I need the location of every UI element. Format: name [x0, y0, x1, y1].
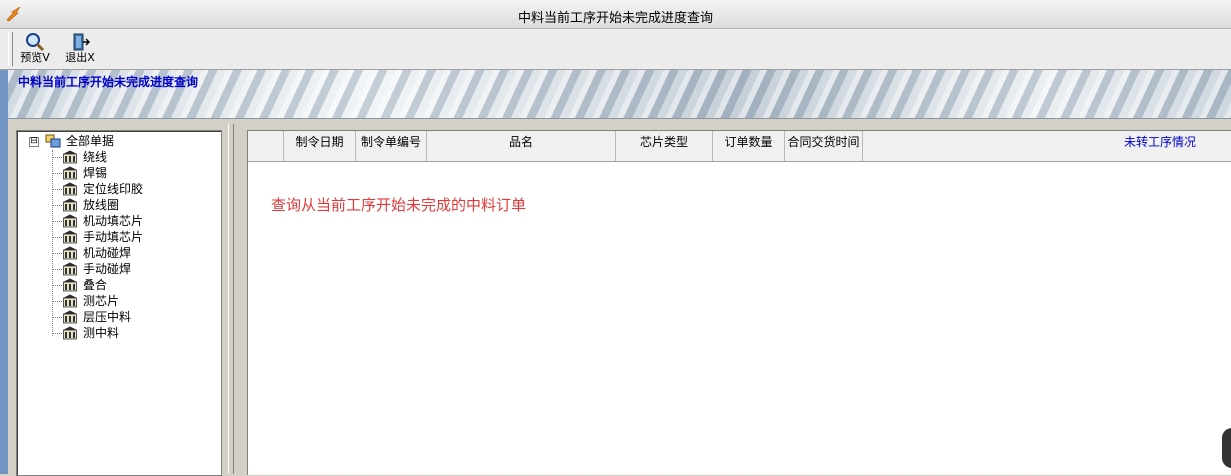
tree-connector-branch [53, 173, 62, 174]
tree-connector-branch [53, 253, 62, 254]
tree-connector-branch [53, 301, 62, 302]
tree-item-label: 定位线印胶 [83, 182, 144, 196]
tree-connector-branch [53, 221, 62, 222]
tree-root-icon [45, 134, 61, 148]
tree-connector [52, 150, 53, 336]
building-icon [63, 150, 77, 164]
title-bar: 中料当前工序开始未完成进度查询 [0, 0, 1231, 29]
tree-item-label: 机动碰焊 [83, 246, 132, 260]
tree-item-label: 手动碰焊 [83, 262, 132, 276]
grid-col-order-date[interactable]: 制令日期 [284, 131, 356, 161]
grid-col-order-quantity[interactable]: 订单数量 [713, 131, 785, 161]
scroll-handle[interactable] [1222, 428, 1231, 468]
building-icon [63, 310, 77, 324]
tree-item-label: 放线圈 [83, 198, 120, 212]
tree-root-label[interactable]: 全部单据 [66, 133, 114, 149]
tree-connector-branch [53, 237, 62, 238]
building-icon [63, 246, 77, 260]
building-icon [63, 294, 77, 308]
tree-connector-branch [53, 157, 62, 158]
tree-item-label: 叠合 [83, 278, 108, 292]
toolbar: 预览V 退出X [0, 29, 1231, 70]
building-icon [63, 182, 77, 196]
building-icon [63, 198, 77, 212]
tree-item-label: 绕线 [83, 150, 108, 164]
grid-col-delivery-time[interactable]: 合同交货时间 [785, 131, 863, 161]
tree-connector-branch [53, 333, 62, 334]
toolbar-grip [8, 32, 13, 66]
building-icon [63, 166, 77, 180]
preview-label: 预览V [20, 51, 50, 64]
exit-label: 退出X [65, 51, 95, 64]
left-edge-strip [0, 70, 8, 474]
building-icon [63, 278, 77, 292]
grid-col-product-name[interactable]: 品名 [427, 131, 616, 161]
building-icon [63, 230, 77, 244]
tree-connector-branch [53, 205, 62, 206]
banner-title: 中料当前工序开始未完成进度查询 [18, 75, 199, 89]
grid-header: 制令日期 制令单编号 品名 芯片类型 订单数量 合同交货时间 未转工序情况 [248, 131, 1231, 162]
grid-col-indicator[interactable] [248, 131, 284, 161]
exit-door-icon [73, 33, 90, 51]
tree-connector-branch [53, 189, 62, 190]
window-title: 中料当前工序开始未完成进度查询 [517, 11, 713, 26]
preview-button[interactable]: 预览V [15, 31, 55, 67]
grid-col-order-number[interactable]: 制令单编号 [356, 131, 427, 161]
header-banner: 中料当前工序开始未完成进度查询 [8, 70, 1231, 119]
tree-connector-branch [53, 269, 62, 270]
exit-button[interactable]: 退出X [60, 31, 100, 67]
tree-item-label: 测中料 [83, 326, 120, 340]
grid-col-chip-type[interactable]: 芯片类型 [616, 131, 713, 161]
building-icon [63, 262, 77, 276]
tree-item-label: 测芯片 [83, 294, 120, 308]
panel-splitter[interactable] [228, 124, 234, 474]
tree-connector-branch [53, 317, 62, 318]
building-icon [63, 326, 77, 340]
tree-item-label: 层压中料 [83, 310, 132, 324]
tree-connector-branch [53, 285, 62, 286]
tree-item-label: 机动填芯片 [83, 214, 144, 228]
results-grid: 制令日期 制令单编号 品名 芯片类型 订单数量 合同交货时间 未转工序情况 查询… [247, 130, 1231, 475]
category-tree[interactable]: ⊟ 全部单据 绕线焊锡定位线印胶放线圈机动填芯片手动填芯片机动碰焊手动碰焊叠合测… [16, 130, 222, 476]
grid-col-pending-process[interactable]: 未转工序情况 [863, 131, 1231, 161]
tree-item-label: 手动填芯片 [83, 230, 144, 244]
magnifier-icon [26, 33, 45, 52]
tree-root-expander[interactable]: ⊟ [29, 137, 39, 147]
building-icon [63, 214, 77, 228]
empty-grid-message: 查询从当前工序开始未完成的中料订单 [271, 196, 527, 214]
tree-item-label: 焊锡 [83, 166, 108, 180]
